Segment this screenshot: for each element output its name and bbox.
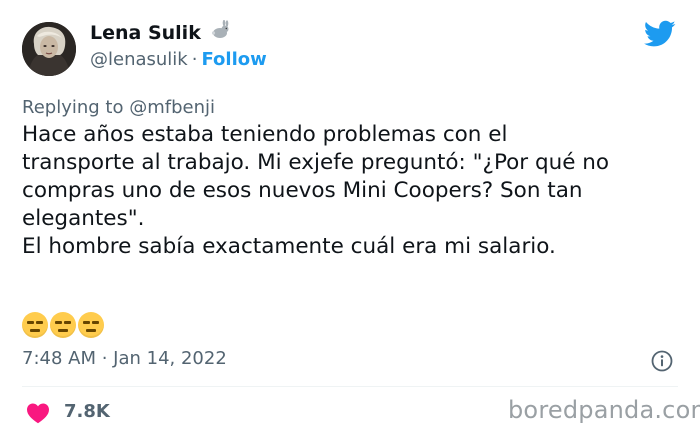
tweet-timestamp[interactable]: 7:48 AM · Jan 14, 2022 bbox=[22, 348, 227, 369]
expressionless-face-icon bbox=[22, 312, 48, 338]
info-icon[interactable] bbox=[651, 350, 673, 372]
reply-mention-link[interactable]: @mfbenji bbox=[129, 97, 215, 118]
expressionless-face-icon bbox=[50, 312, 76, 338]
follow-button[interactable]: Follow bbox=[201, 49, 266, 70]
watermark-text: boredpanda.com bbox=[508, 396, 700, 424]
author-display-name[interactable]: Lena Sulik bbox=[90, 22, 201, 44]
replying-to-line: Replying to @mfbenji bbox=[22, 97, 215, 118]
emoji-row bbox=[22, 312, 106, 338]
twitter-logo-icon[interactable] bbox=[644, 20, 676, 48]
author-name-row: Lena Sulik bbox=[90, 19, 231, 45]
rabbit-icon bbox=[209, 19, 231, 45]
author-handle-row: @lenasulik · Follow bbox=[90, 49, 267, 70]
heart-icon[interactable] bbox=[26, 402, 50, 424]
author-handle[interactable]: @lenasulik bbox=[90, 49, 188, 70]
replying-to-label: Replying to bbox=[22, 97, 124, 118]
like-count[interactable]: 7.8K bbox=[64, 401, 110, 422]
expressionless-face-icon bbox=[78, 312, 104, 338]
avatar[interactable] bbox=[22, 22, 76, 76]
divider bbox=[22, 386, 678, 387]
tweet-text: Hace años estaba teniendo problemas con … bbox=[22, 122, 610, 259]
separator-dot: · bbox=[191, 49, 198, 70]
